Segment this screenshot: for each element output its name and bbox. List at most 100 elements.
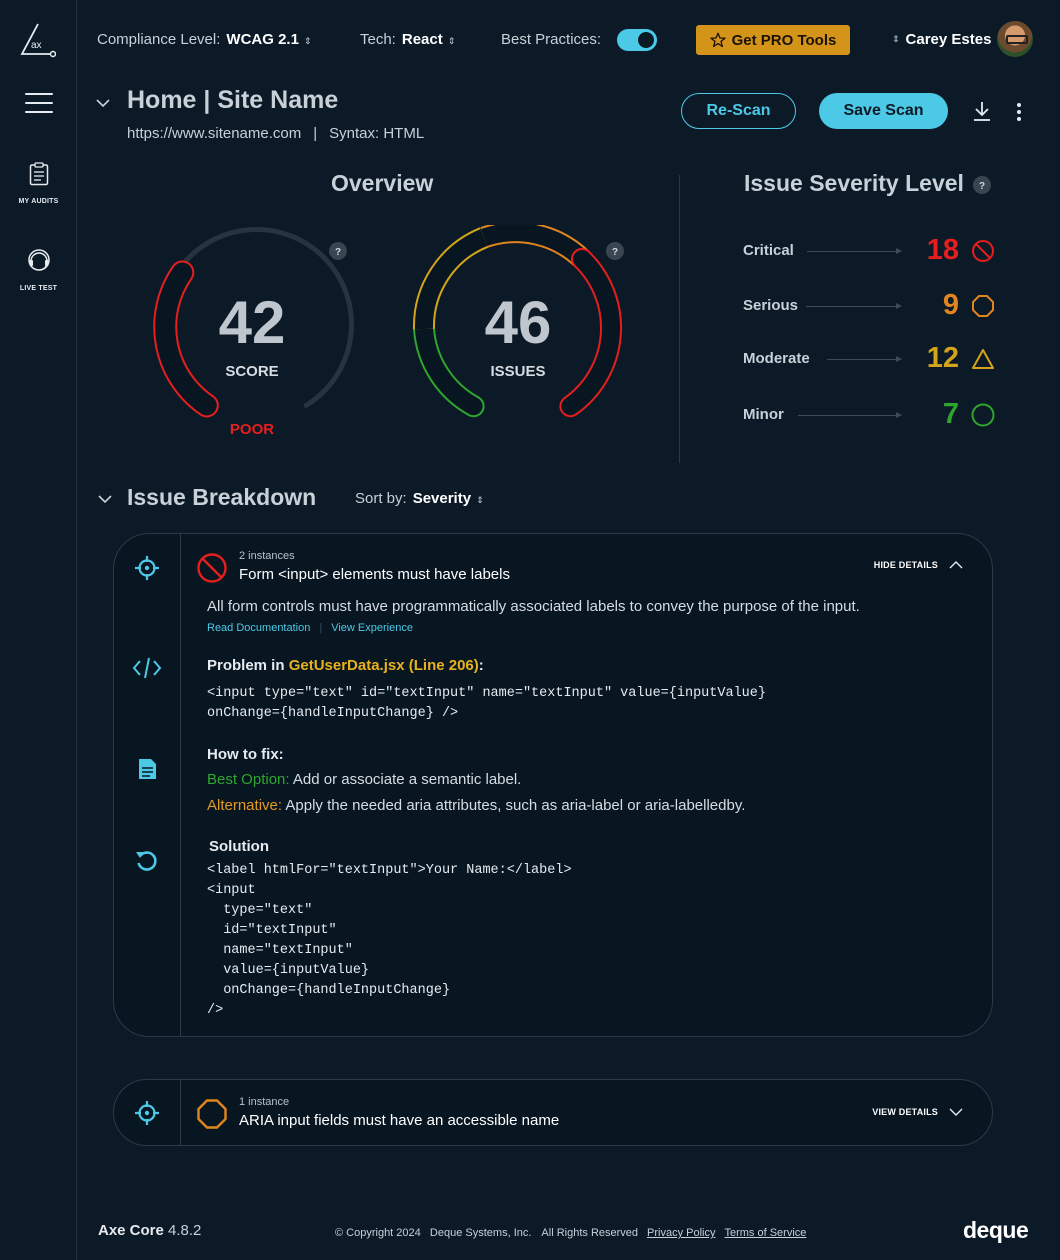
leader-line (807, 248, 902, 254)
headset-icon (27, 249, 50, 271)
hamburger-menu-icon[interactable] (25, 93, 53, 113)
chevron-down-icon[interactable] (95, 95, 111, 111)
tech-value: React (401, 31, 443, 48)
score-label: SCORE (225, 363, 279, 380)
avatar (997, 21, 1034, 57)
severity-row-critical[interactable]: Critical 18 (743, 234, 1003, 268)
compliance-value: WCAG 2.1 (226, 31, 299, 48)
vertical-divider (679, 175, 680, 463)
severity-row-serious[interactable]: Serious 9 (743, 289, 1003, 323)
view-experience-link[interactable]: View Experience (331, 622, 413, 634)
moderate-icon (972, 349, 994, 369)
page-title: Home | Site Name (127, 86, 339, 114)
code-icon[interactable] (132, 655, 162, 681)
more-options-icon[interactable] (1014, 101, 1024, 123)
alternative-label: Alternative: (207, 797, 283, 814)
leader-line (827, 356, 902, 362)
chevron-down-icon[interactable] (97, 491, 113, 507)
page-subtitle: https://www.sitename.com | Syntax: HTML (127, 125, 425, 142)
severity-count: 7 (942, 398, 959, 430)
instance-count: 2 instances (239, 550, 295, 562)
best-option-text: Add or associate a semantic label. (289, 771, 522, 788)
user-caret-icon: ⇕ (892, 33, 900, 44)
issue-rule-title: Form <input> elements must have labels (239, 566, 510, 583)
copyright-text: © Copyright 2024 Deque Systems, Inc. (335, 1227, 532, 1239)
rescan-button[interactable]: Re-Scan (681, 93, 796, 129)
sort-label: Sort by: (355, 490, 407, 507)
target-icon[interactable] (134, 1100, 160, 1126)
best-option-label: Best Option: (207, 771, 290, 788)
score-value: 42 (218, 289, 286, 356)
star-icon (709, 32, 726, 48)
sort-select[interactable]: Sort by: Severity ⇕ (355, 490, 484, 507)
svg-text:?: ? (612, 247, 618, 258)
severity-row-minor[interactable]: Minor 7 (743, 398, 1003, 432)
serious-icon (972, 295, 994, 317)
sidebar-item-my-audits[interactable]: MY AUDITS (0, 162, 77, 208)
issue-card-rail (114, 534, 181, 1036)
best-practices-toggle[interactable] (617, 29, 657, 51)
severity-row-moderate[interactable]: Moderate 12 (743, 342, 1003, 376)
how-to-fix-heading: How to fix: (207, 746, 284, 763)
overview-title: Overview (331, 170, 434, 196)
problem-prefix: Problem in (207, 657, 289, 674)
footer-links: © Copyright 2024 Deque Systems, Inc. All … (335, 1227, 806, 1239)
leader-line (806, 303, 902, 309)
toggle-knob (638, 32, 654, 48)
hide-details-button[interactable]: HIDE DETAILS (874, 560, 964, 570)
solution-code: <label htmlFor="textInput">Your Name:</l… (207, 863, 572, 1018)
get-pro-tools-button[interactable]: Get PRO Tools (696, 25, 850, 55)
best-option-line: Best Option: Add or associate a semantic… (207, 771, 521, 788)
tech-label: Tech: (360, 31, 396, 48)
document-icon[interactable] (134, 756, 160, 782)
deque-logo[interactable]: deque (963, 1217, 1029, 1244)
problem-code: <input type="text" id="textInput" name="… (207, 686, 766, 721)
chevron-up-icon (949, 561, 963, 569)
severity-name: Moderate (743, 350, 810, 367)
sort-caret-icon: ⇕ (303, 36, 312, 46)
issue-breakdown-title: Issue Breakdown (127, 484, 317, 510)
issues-label: ISSUES (490, 363, 546, 380)
severity-count: 9 (942, 289, 959, 321)
severity-help-icon[interactable]: ? (973, 176, 991, 194)
alternative-line: Alternative: Apply the needed aria attri… (207, 797, 745, 814)
issue-card: 2 instances Form <input> elements must h… (113, 533, 993, 1037)
chevron-down-icon (949, 1108, 963, 1116)
sort-value: Severity (412, 490, 472, 507)
svg-text:?: ? (335, 247, 341, 258)
save-scan-button[interactable]: Save Scan (819, 93, 948, 129)
sidebar-item-live-test[interactable]: LIVE TEST (0, 247, 77, 295)
compliance-label: Compliance Level: (97, 31, 221, 48)
severity-count: 18 (926, 234, 959, 266)
user-menu[interactable]: ⇕ Carey Estes (892, 21, 1034, 57)
problem-file[interactable]: GetUserData.jsx (Line 206) (289, 657, 479, 674)
score-help-icon[interactable]: ? (329, 242, 347, 260)
toggle-label: VIEW DETAILS (872, 1107, 938, 1117)
read-documentation-link[interactable]: Read Documentation (207, 622, 310, 634)
top-bar: Compliance Level: WCAG 2.1 ⇕ Tech: React ⇕ B… (77, 0, 1060, 80)
tech-select[interactable]: Tech: React ⇕ (360, 31, 455, 48)
sidebar-item-label: MY AUDITS (18, 198, 59, 205)
terms-of-service-link[interactable]: Terms of Service (724, 1227, 806, 1239)
sidebar: ax MY AUDITS LIVE TEST (0, 0, 77, 1260)
user-name: Carey Estes (905, 30, 992, 48)
compliance-level-select[interactable]: Compliance Level: WCAG 2.1 ⇕ (97, 31, 311, 48)
issue-card: 1 instance ARIA input fields must have a… (113, 1079, 993, 1146)
download-icon[interactable] (972, 100, 992, 122)
page-syntax: Syntax: HTML (329, 125, 425, 142)
page-url: https://www.sitename.com (127, 125, 302, 142)
issues-help-icon[interactable]: ? (606, 242, 624, 260)
sort-caret-icon: ⇕ (447, 36, 456, 46)
instance-count: 1 instance (239, 1096, 290, 1108)
link-separator: | (319, 622, 323, 634)
toggle-label: HIDE DETAILS (873, 560, 938, 570)
issue-rule-title: ARIA input fields must have an accessibl… (239, 1112, 560, 1129)
severity-name: Critical (743, 242, 794, 259)
problem-suffix: : (478, 657, 484, 674)
severity-name: Serious (743, 297, 799, 314)
target-icon[interactable] (134, 555, 160, 581)
axe-logo-icon[interactable]: ax (20, 22, 56, 58)
privacy-policy-link[interactable]: Privacy Policy (647, 1227, 715, 1239)
reset-icon[interactable] (134, 848, 160, 874)
view-details-button[interactable]: VIEW DETAILS (872, 1107, 964, 1117)
